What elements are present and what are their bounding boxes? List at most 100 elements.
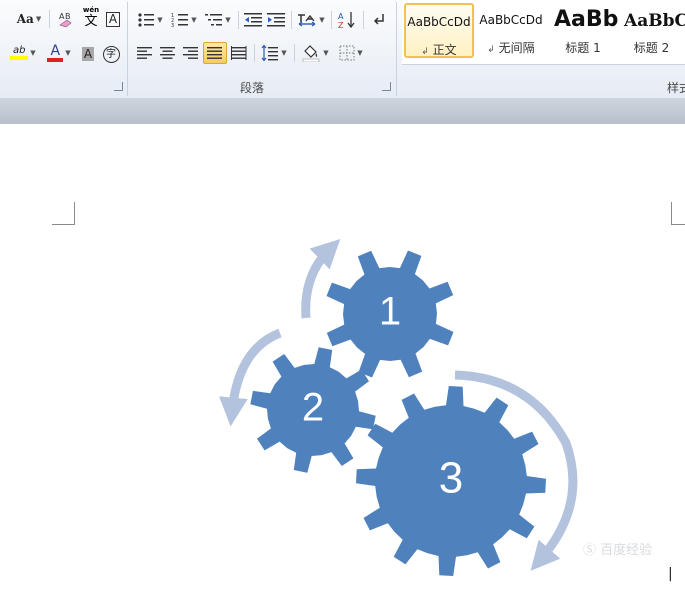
multilevel-list-button[interactable]: ▼ bbox=[202, 9, 234, 31]
separator bbox=[331, 11, 332, 29]
style-no-spacing-name-row: ↲ 无间隔 bbox=[476, 39, 546, 56]
chevron-down-icon: ▼ bbox=[225, 16, 231, 24]
style-normal[interactable]: AaBbCcDd ↲ 正文 bbox=[404, 3, 474, 58]
borders-icon bbox=[339, 45, 355, 61]
paragraph-mark-icon: ↲ bbox=[487, 45, 495, 55]
style-no-spacing[interactable]: AaBbCcDd ↲ 无间隔 bbox=[476, 3, 546, 58]
chevron-down-icon: ▼ bbox=[357, 49, 363, 57]
svg-text:Z: Z bbox=[338, 21, 344, 29]
phonetic-guide-button[interactable]: wén 文 bbox=[80, 6, 102, 28]
style-normal-name: 正文 bbox=[432, 43, 457, 57]
text-cursor: | bbox=[668, 566, 673, 582]
style-no-spacing-sample: AaBbCcDd bbox=[479, 13, 543, 27]
numbering-button[interactable]: 1 2 3 ▼ bbox=[168, 9, 200, 31]
chevron-down-icon: ▼ bbox=[65, 49, 71, 57]
chevron-down-icon: ▼ bbox=[157, 16, 163, 24]
font-color-icon: A bbox=[47, 42, 64, 62]
highlight-letters: ab bbox=[13, 45, 26, 56]
paragraph-dialog-launcher[interactable] bbox=[382, 82, 391, 91]
watermark: Ⓢ 百度经验 bbox=[583, 543, 653, 558]
style-normal-sample: AaBbCcDd bbox=[407, 15, 471, 29]
highlight-icon: ab bbox=[10, 45, 29, 60]
borders-button[interactable]: ▼ bbox=[336, 42, 366, 64]
align-right-icon bbox=[183, 47, 198, 59]
bullets-icon bbox=[138, 13, 155, 27]
style-heading-2[interactable]: AaBbC 标题 2 bbox=[618, 3, 685, 58]
style-heading-1-name: 标题 1 bbox=[565, 41, 601, 55]
distributed-icon bbox=[231, 46, 247, 60]
svg-text:B: B bbox=[65, 12, 71, 21]
margin-corner-top-right bbox=[671, 202, 685, 225]
increase-indent-icon bbox=[267, 13, 285, 27]
character-border-letter: A bbox=[105, 11, 121, 27]
styles-gallery: AaBbCcDd ↲ 正文 AaBbCcDd ↲ 无间隔 AaBb 标题 1 A… bbox=[402, 0, 685, 65]
font-dialog-launcher[interactable] bbox=[114, 82, 123, 91]
separator bbox=[294, 44, 295, 62]
show-hide-marks-button[interactable] bbox=[368, 9, 390, 31]
multilevel-list-icon bbox=[205, 14, 223, 26]
clear-formatting-button[interactable]: A B bbox=[54, 8, 78, 30]
style-no-spacing-name: 无间隔 bbox=[498, 41, 535, 55]
paint-bucket-icon bbox=[302, 45, 320, 62]
phonetic-guide-char: 文 bbox=[84, 14, 98, 29]
chinese-layout-button[interactable]: ▼ bbox=[295, 9, 327, 31]
character-border-button[interactable]: A bbox=[104, 8, 122, 30]
chevron-down-icon: ▼ bbox=[319, 16, 325, 24]
chevron-down-icon: ▼ bbox=[35, 15, 42, 23]
sort-button[interactable]: A Z bbox=[335, 9, 359, 31]
align-left-icon bbox=[137, 47, 152, 59]
change-case-button[interactable]: Aa ▼ bbox=[14, 8, 44, 30]
distributed-button[interactable] bbox=[228, 42, 250, 64]
numbering-icon: 1 2 3 bbox=[171, 13, 189, 28]
svg-text:3: 3 bbox=[171, 23, 174, 28]
style-heading-1-sample: AaBb bbox=[554, 7, 618, 32]
document-page[interactable] bbox=[0, 124, 685, 594]
separator bbox=[238, 11, 239, 29]
margin-corner-top-left bbox=[52, 202, 75, 225]
align-left-button[interactable] bbox=[134, 42, 156, 64]
justify-button[interactable] bbox=[203, 42, 227, 64]
align-right-button[interactable] bbox=[180, 42, 202, 64]
font-color-button[interactable]: A ▼ bbox=[44, 42, 74, 64]
line-spacing-icon bbox=[261, 45, 279, 61]
line-spacing-button[interactable]: ▼ bbox=[258, 42, 290, 64]
chevron-down-icon: ▼ bbox=[30, 49, 36, 57]
separator bbox=[291, 11, 292, 29]
ribbon: Aa ▼ A B wén 文 A ab ▼ A ▼ A 字 ▼ 1 2 3 ▼ … bbox=[0, 0, 685, 99]
chevron-down-icon: ▼ bbox=[281, 49, 287, 57]
sort-icon: A Z bbox=[338, 12, 355, 29]
separator bbox=[49, 10, 50, 28]
style-heading-2-sample: AaBbC bbox=[624, 11, 685, 31]
paragraph-mark-icon: ↲ bbox=[421, 47, 429, 57]
align-center-button[interactable] bbox=[157, 42, 179, 64]
bullets-button[interactable]: ▼ bbox=[134, 9, 166, 31]
font-color-letter: A bbox=[50, 42, 61, 59]
highlight-color-button[interactable]: ab ▼ bbox=[4, 42, 42, 64]
justify-icon bbox=[207, 47, 222, 59]
svg-text:A: A bbox=[338, 12, 344, 21]
group-separator bbox=[396, 2, 397, 96]
character-shading-button[interactable]: A bbox=[79, 43, 97, 65]
chevron-down-icon: ▼ bbox=[323, 49, 329, 57]
style-normal-name-row: ↲ 正文 bbox=[406, 41, 472, 58]
clear-formatting-icon: A B bbox=[59, 12, 72, 28]
paragraph-mark-icon bbox=[373, 14, 384, 25]
separator bbox=[363, 11, 364, 29]
style-heading-1[interactable]: AaBb 标题 1 bbox=[548, 3, 618, 58]
styles-group-label: 样式 bbox=[667, 81, 685, 95]
font-color-bar bbox=[47, 57, 64, 62]
shading-button[interactable]: ▼ bbox=[298, 42, 332, 64]
change-case-label: Aa bbox=[16, 12, 34, 26]
character-shading-letter: A bbox=[81, 47, 95, 61]
ruler-band bbox=[0, 98, 685, 124]
chinese-layout-icon bbox=[298, 14, 316, 27]
highlight-color-bar bbox=[10, 56, 29, 60]
enclose-characters-char: 字 bbox=[102, 45, 120, 63]
chevron-down-icon: ▼ bbox=[191, 16, 197, 24]
paragraph-group-label: 段落 bbox=[240, 81, 265, 95]
group-separator bbox=[127, 2, 128, 96]
decrease-indent-icon bbox=[244, 13, 262, 27]
increase-indent-button[interactable] bbox=[265, 9, 287, 31]
decrease-indent-button[interactable] bbox=[242, 9, 264, 31]
enclose-characters-button[interactable]: 字 bbox=[100, 43, 122, 65]
